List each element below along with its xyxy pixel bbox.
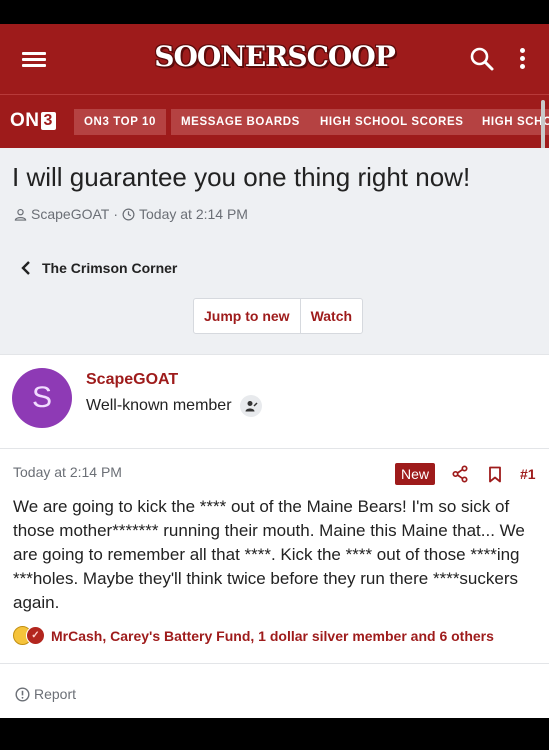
- jump-to-new-button[interactable]: Jump to new: [194, 299, 300, 333]
- clock-icon: [122, 208, 135, 220]
- thread-header: I will guarantee you one thing right now…: [0, 148, 549, 354]
- post-number[interactable]: #1: [520, 466, 536, 482]
- report-link[interactable]: Report: [15, 686, 76, 702]
- thread-actions: Jump to new Watch: [193, 298, 364, 334]
- chevron-left-icon: [21, 261, 30, 275]
- on3-logo[interactable]: ON 3: [10, 110, 56, 132]
- nav-item-on3-top-10[interactable]: ON3 TOP 10: [74, 109, 167, 135]
- thread-author[interactable]: ScapeGOAT: [31, 206, 109, 222]
- thread-title: I will guarantee you one thing right now…: [12, 162, 471, 192]
- post-user-block: S ScapeGOAT Well-known member: [0, 354, 549, 449]
- nav-item-message-boards[interactable]: MESSAGE BOARDS: [171, 109, 310, 135]
- post-footer: Report: [0, 663, 549, 718]
- bookmark-icon[interactable]: [488, 466, 502, 483]
- post-time[interactable]: Today at 2:14 PM: [13, 464, 122, 480]
- alert-circle-icon: [15, 686, 30, 702]
- user-banner-icon: [239, 395, 262, 417]
- breadcrumb-forum: The Crimson Corner: [42, 260, 178, 276]
- reactions-list: MrCash, Carey's Battery Fund, 1 dollar s…: [51, 628, 494, 644]
- post: Today at 2:14 PM New #1 We are going to …: [0, 449, 549, 663]
- user-title-row: Well-known member: [86, 395, 262, 417]
- watch-button[interactable]: Watch: [299, 299, 362, 333]
- user-icon: [14, 208, 27, 221]
- share-icon[interactable]: [452, 465, 468, 483]
- reaction-icons: ✓: [13, 626, 45, 646]
- search-icon[interactable]: [469, 46, 495, 72]
- site-logo[interactable]: SOONERSCOOP: [0, 40, 549, 73]
- user-title: Well-known member: [86, 397, 232, 414]
- more-vertical-icon[interactable]: [516, 47, 528, 71]
- reactions-summary[interactable]: ✓ MrCash, Carey's Battery Fund, 1 dollar…: [13, 626, 494, 646]
- post-body: We are going to kick the **** out of the…: [13, 497, 525, 612]
- status-bar: [0, 0, 549, 24]
- avatar[interactable]: S: [12, 368, 72, 428]
- meta-separator: ·: [113, 206, 118, 222]
- thread-meta: ScapeGOAT · Today at 2:14 PM: [14, 206, 248, 222]
- nav-item-high-school-partial[interactable]: HIGH SCHO: [472, 109, 549, 135]
- breadcrumb[interactable]: The Crimson Corner: [20, 260, 177, 276]
- nav-item-high-school-scores[interactable]: HIGH SCHOOL SCORES: [310, 109, 474, 135]
- post-username[interactable]: ScapeGOAT: [86, 371, 178, 389]
- top-navigation: ON 3 ON3 TOP 10 MESSAGE BOARDS HIGH SCHOO…: [0, 94, 549, 148]
- bottom-bar: [0, 718, 549, 750]
- thread-time[interactable]: Today at 2:14 PM: [139, 206, 248, 222]
- like-reaction-icon: ✓: [26, 626, 45, 645]
- site-header: SOONERSCOOP: [0, 24, 549, 94]
- report-label: Report: [34, 686, 77, 702]
- new-badge: New: [395, 463, 436, 485]
